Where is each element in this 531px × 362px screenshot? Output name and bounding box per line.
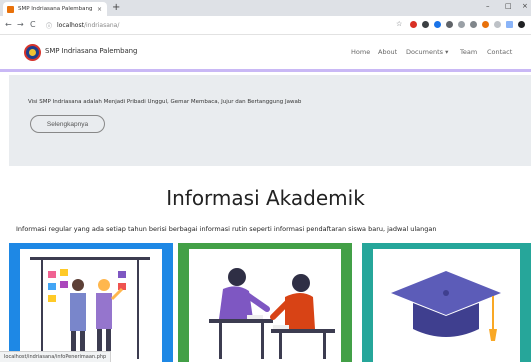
read-more-button[interactable]: Selengkapnya [30,115,105,133]
nav-documents-dropdown[interactable]: Documents ▾ [406,48,448,56]
extension-icon[interactable] [458,21,465,28]
back-button[interactable]: ← [5,20,12,29]
card-image [20,249,162,362]
info-card[interactable] [178,243,352,362]
browser-tab[interactable]: SMP Indriasana Palembang × [3,2,107,16]
status-bar-url: localhost/indriasana/infoPenerimaan.php [0,351,112,362]
vision-text: Visi SMP Indriasana adalah Menjadi Priba… [28,99,302,105]
extension-icon[interactable] [446,21,453,28]
forward-button[interactable]: → [17,20,24,29]
new-tab-button[interactable]: + [112,2,120,14]
extension-icon[interactable] [506,21,513,28]
maximize-button[interactable]: □ [505,2,512,10]
graduation-cap-icon [391,271,501,341]
nav-contact[interactable]: Contact [487,48,512,56]
tab-title: SMP Indriasana Palembang [18,6,93,12]
url-host: localhost [57,22,84,29]
nav-about[interactable]: About [378,48,397,56]
minimize-button[interactable]: – [486,2,490,10]
students-taking-exam-icon [209,268,335,359]
people-presenting-board-icon [30,257,150,359]
school-logo-icon[interactable] [24,44,41,61]
extension-icon[interactable] [434,21,441,28]
card-image [373,249,520,362]
extension-icon[interactable] [470,21,477,28]
reload-button[interactable]: C [30,20,36,29]
navbar-brand[interactable]: SMP Indriasana Palembang [45,47,137,55]
nav-team[interactable]: Team [460,48,477,56]
address-toolbar: ← → C ⓘ localhost/indriasana/ ☆ [0,16,531,35]
extension-icon[interactable] [410,21,417,28]
site-info-icon[interactable]: ⓘ [46,21,52,30]
card-image [189,249,341,362]
extension-icon[interactable] [422,21,429,28]
url-path: /indriasana/ [83,22,120,29]
section-title: Informasi Akademik [166,186,365,210]
tab-close-icon[interactable]: × [97,6,102,13]
jumbotron: Visi SMP Indriasana adalah Menjadi Priba… [9,75,531,166]
site-navbar: SMP Indriasana Palembang Home About Docu… [0,35,531,72]
profile-icon[interactable] [518,21,525,28]
favicon-icon [7,5,14,13]
nav-home[interactable]: Home [351,48,370,56]
info-card[interactable] [362,243,531,362]
url-bar[interactable]: ⓘ localhost/indriasana/ [46,20,386,31]
extension-icon[interactable] [482,21,489,28]
close-window-button[interactable]: × [522,2,528,10]
browser-tab-bar: SMP Indriasana Palembang × + – □ × [0,0,531,16]
info-card[interactable] [9,243,173,362]
section-description: Informasi regular yang ada setiap tahun … [16,225,437,233]
bookmark-star-icon[interactable]: ☆ [396,20,402,28]
extension-icon[interactable] [494,21,501,28]
